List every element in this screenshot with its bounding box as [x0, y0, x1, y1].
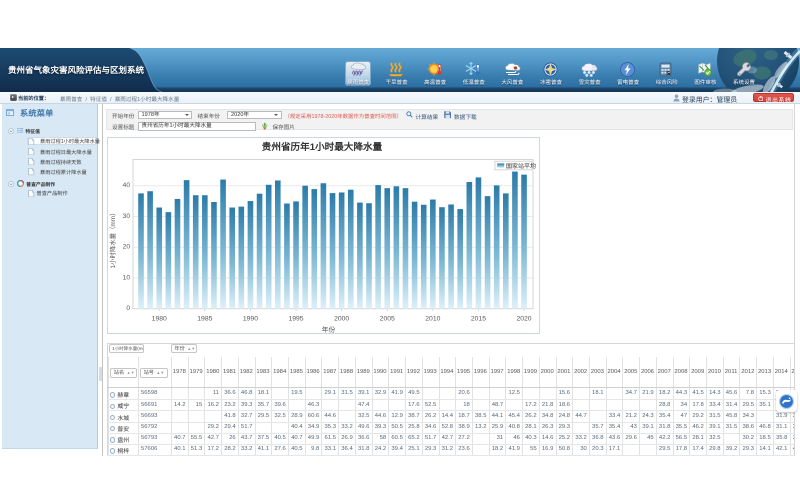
svg-text:国家站平均: 国家站平均	[506, 162, 536, 170]
svg-text:2005: 2005	[379, 315, 394, 322]
svg-text:10: 10	[122, 274, 130, 281]
svg-text:贵州省历年1小时最大降水量: 贵州省历年1小时最大降水量	[261, 141, 382, 153]
svg-text:30: 30	[122, 212, 130, 219]
svg-text:20: 20	[122, 243, 130, 250]
svg-text:2015: 2015	[470, 315, 485, 322]
svg-text:1990: 1990	[242, 315, 257, 322]
svg-text:1小时降水量（mm）: 1小时降水量（mm）	[109, 209, 117, 268]
svg-text:2020: 2020	[516, 315, 531, 322]
svg-text:1995: 1995	[288, 315, 303, 322]
svg-text:2010: 2010	[425, 315, 440, 322]
svg-text:1985: 1985	[197, 315, 212, 322]
svg-text:年份: 年份	[321, 326, 335, 334]
svg-text:2000: 2000	[334, 315, 349, 322]
svg-text:0: 0	[126, 305, 130, 312]
svg-text:40: 40	[122, 182, 130, 189]
svg-text:1980: 1980	[151, 315, 166, 322]
